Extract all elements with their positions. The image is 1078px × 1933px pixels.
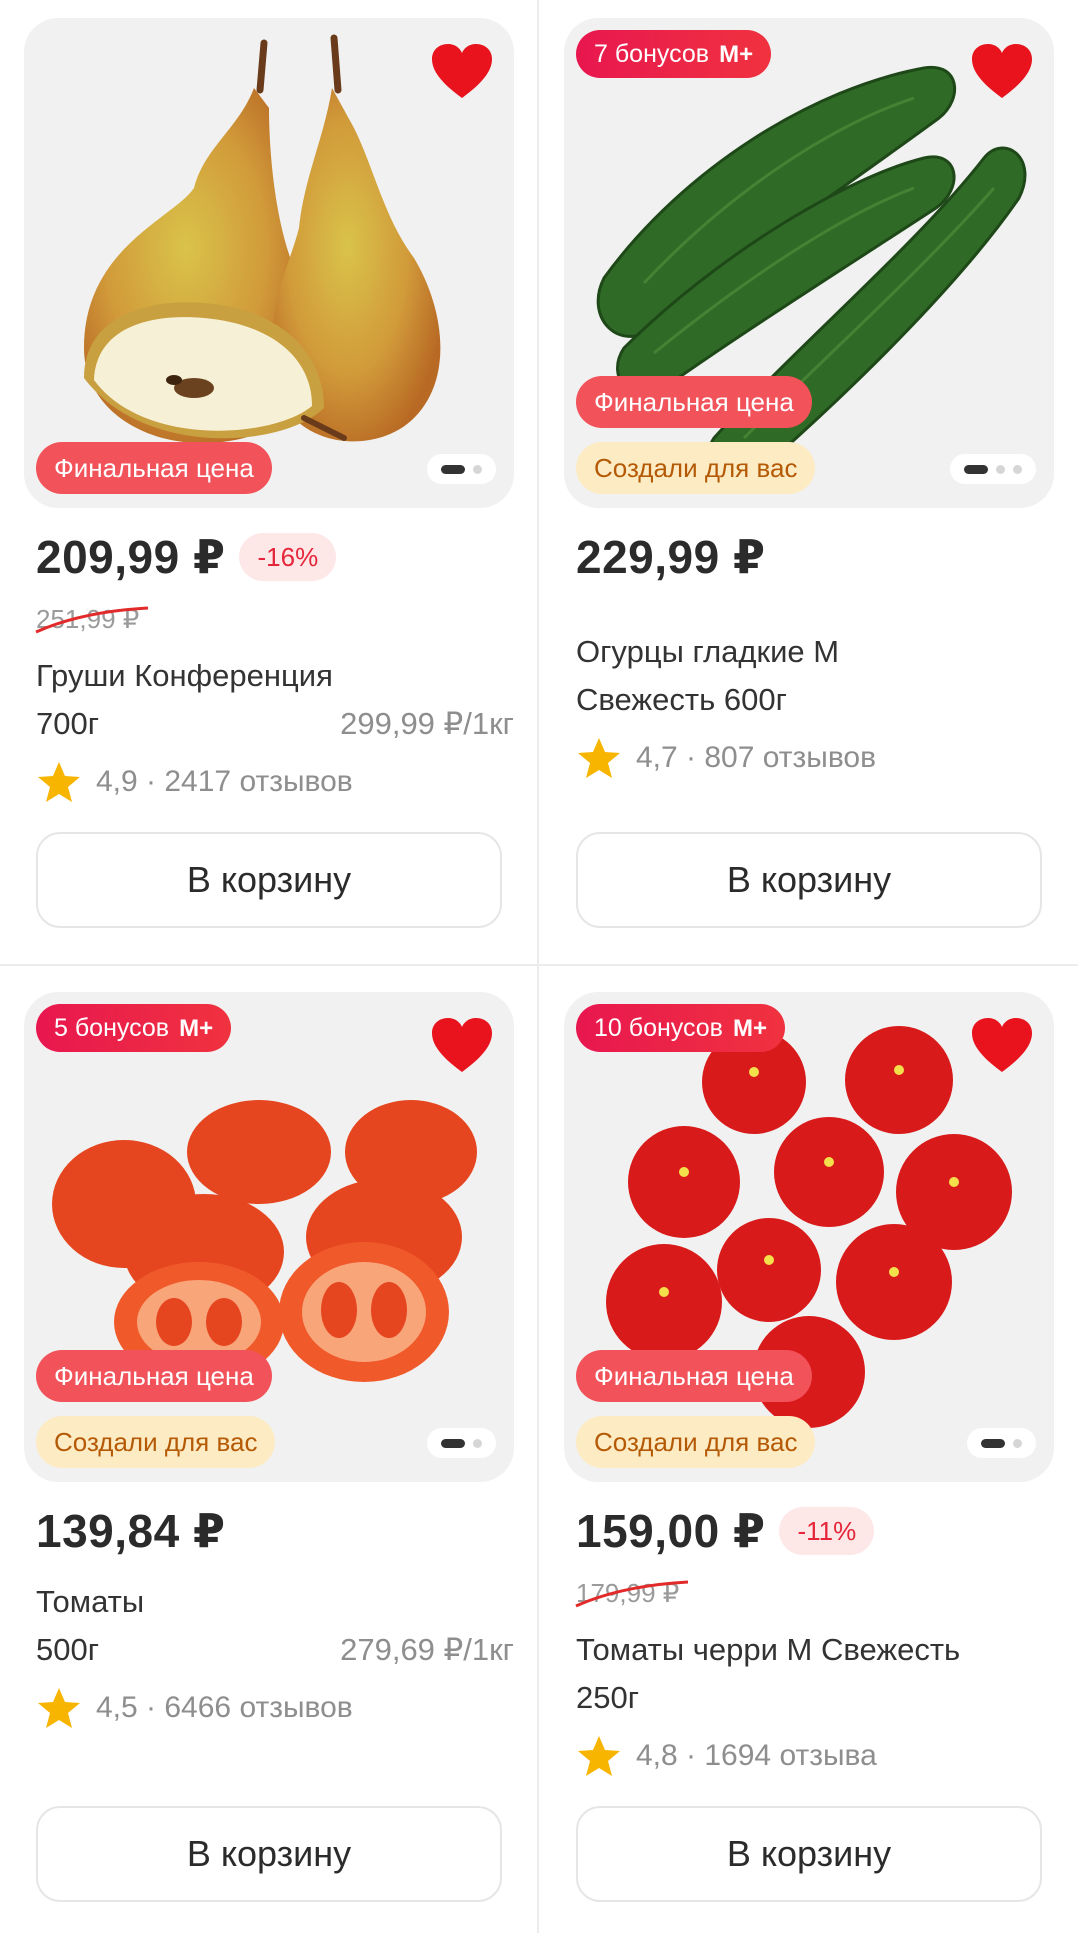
bonus-badge: 7 бонусов М+ [576,30,772,78]
bonus-brand: М+ [179,1015,214,1042]
unit-price: 299,99 ₽/1кг [340,706,514,741]
price-row: 139,84 ₽ [36,1504,225,1558]
product-title[interactable]: Огурцы гладкие М Свежесть 600г [576,628,1054,724]
pager-dot [473,1438,482,1448]
rating-text: 4,9 · 2417 отзывов [96,765,353,798]
rating: 4,9 · 2417 отзывов [36,760,353,804]
row-divider [0,964,1078,966]
add-to-cart-button[interactable]: В корзину [576,1806,1042,1902]
made-for-you-tag: Создали для вас [576,442,816,494]
pager-dot [996,464,1005,474]
add-to-cart-button[interactable]: В корзину [36,832,502,928]
image-pager-dots[interactable] [427,454,496,484]
title-line: Томаты черри М Свежесть [576,1632,961,1667]
product-card[interactable]: Финальная цена 209,99 ₽ -16% 251,99 ₽ Гр… [24,18,514,928]
bonus-text: 5 бонусов [54,1014,170,1042]
title-line-row: 700г 299,99 ₽/1кг [36,700,514,748]
bonus-badge: 10 бонусов М+ [576,1004,785,1052]
final-price-tag: Финальная цена [576,376,812,428]
rating-text: 4,5 · 6466 отзывов [96,1691,353,1724]
pager-dot [1013,1438,1022,1448]
price-row: 159,00 ₽ -11% [576,1504,875,1558]
rating: 4,5 · 6466 отзывов [36,1686,353,1730]
final-price-tag: Финальная цена [36,442,272,494]
product-grid: Финальная цена 209,99 ₽ -16% 251,99 ₽ Гр… [0,0,1078,1933]
product-image[interactable]: 7 бонусов М+ Финальная цена Создали для в… [564,18,1054,508]
rating: 4,8 · 1694 отзыва [576,1734,877,1778]
price-row: 229,99 ₽ [576,530,765,584]
rating-text: 4,7 · 807 отзывов [636,741,877,774]
unit-price: 279,69 ₽/1кг [340,1632,514,1667]
discount-badge: -16% [239,533,337,581]
product-image[interactable]: Финальная цена [24,18,514,508]
title-line: Свежесть 600г [576,682,787,717]
favorite-heart-icon[interactable] [430,1016,494,1076]
pager-dot [473,464,482,474]
made-for-you-tag: Создали для вас [36,1416,276,1468]
price: 139,84 ₽ [36,1505,226,1557]
price: 159,00 ₽ [576,1505,766,1557]
product-title[interactable]: Груши Конференция 700г 299,99 ₽/1кг [36,652,514,748]
price: 229,99 ₽ [576,531,766,583]
product-image[interactable]: 10 бонусов М+ Финальная цена Создали для … [564,992,1054,1482]
made-for-you-tag: Создали для вас [576,1416,816,1468]
image-pager-dots[interactable] [427,1428,496,1458]
discount-badge: -11% [779,1507,875,1555]
product-image[interactable]: 5 бонусов М+ Финальная цена Создали для в… [24,992,514,1482]
product-card[interactable]: 7 бонусов М+ Финальная цена Создали для в… [564,18,1054,928]
product-title[interactable]: Томаты черри М Свежесть 250г [576,1626,1054,1722]
favorite-heart-icon[interactable] [970,42,1034,102]
price-row: 209,99 ₽ -16% [36,530,337,584]
bonus-text: 10 бонусов [594,1014,723,1042]
rating-text: 4,8 · 1694 отзыва [636,1739,877,1772]
strikethrough-mark [35,606,149,634]
star-icon [578,738,620,778]
pager-dot-active [441,464,465,474]
add-to-cart-button[interactable]: В корзину [36,1806,502,1902]
weight: 700г [36,706,100,741]
pager-dot [1013,464,1022,474]
old-price: 179,99 ₽ [575,1578,689,1609]
image-pager-dots[interactable] [950,454,1036,484]
final-price-tag: Финальная цена [576,1350,812,1402]
favorite-heart-icon[interactable] [970,1016,1034,1076]
product-card[interactable]: 5 бонусов М+ Финальная цена Создали для в… [24,992,514,1902]
add-to-cart-button[interactable]: В корзину [576,832,1042,928]
image-pager-dots[interactable] [967,1428,1036,1458]
title-line: Огурцы гладкие М [576,634,840,669]
pager-dot-active [441,1438,465,1448]
pager-dot-active [981,1438,1005,1448]
star-icon [38,762,80,802]
star-icon [578,1736,620,1776]
title-line: Груши Конференция [36,658,333,693]
bonus-brand: М+ [732,1015,767,1042]
column-divider [537,0,539,1933]
bonus-text: 7 бонусов [594,40,710,68]
strikethrough-mark [575,1580,689,1608]
title-line-row: 500г 279,69 ₽/1кг [36,1626,514,1674]
pager-dot-active [964,464,988,474]
star-icon [38,1688,80,1728]
rating: 4,7 · 807 отзывов [576,736,876,780]
bonus-brand: М+ [719,41,754,68]
bonus-badge: 5 бонусов М+ [36,1004,232,1052]
old-price: 251,99 ₽ [35,604,149,635]
title-line: Томаты [36,1584,145,1619]
favorite-heart-icon[interactable] [430,42,494,102]
product-card[interactable]: 10 бонусов М+ Финальная цена Создали для … [564,992,1054,1902]
price: 209,99 ₽ [36,531,226,583]
weight: 500г [36,1632,100,1667]
title-line: 250г [576,1680,640,1715]
final-price-tag: Финальная цена [36,1350,272,1402]
product-title[interactable]: Томаты 500г 279,69 ₽/1кг [36,1578,514,1674]
